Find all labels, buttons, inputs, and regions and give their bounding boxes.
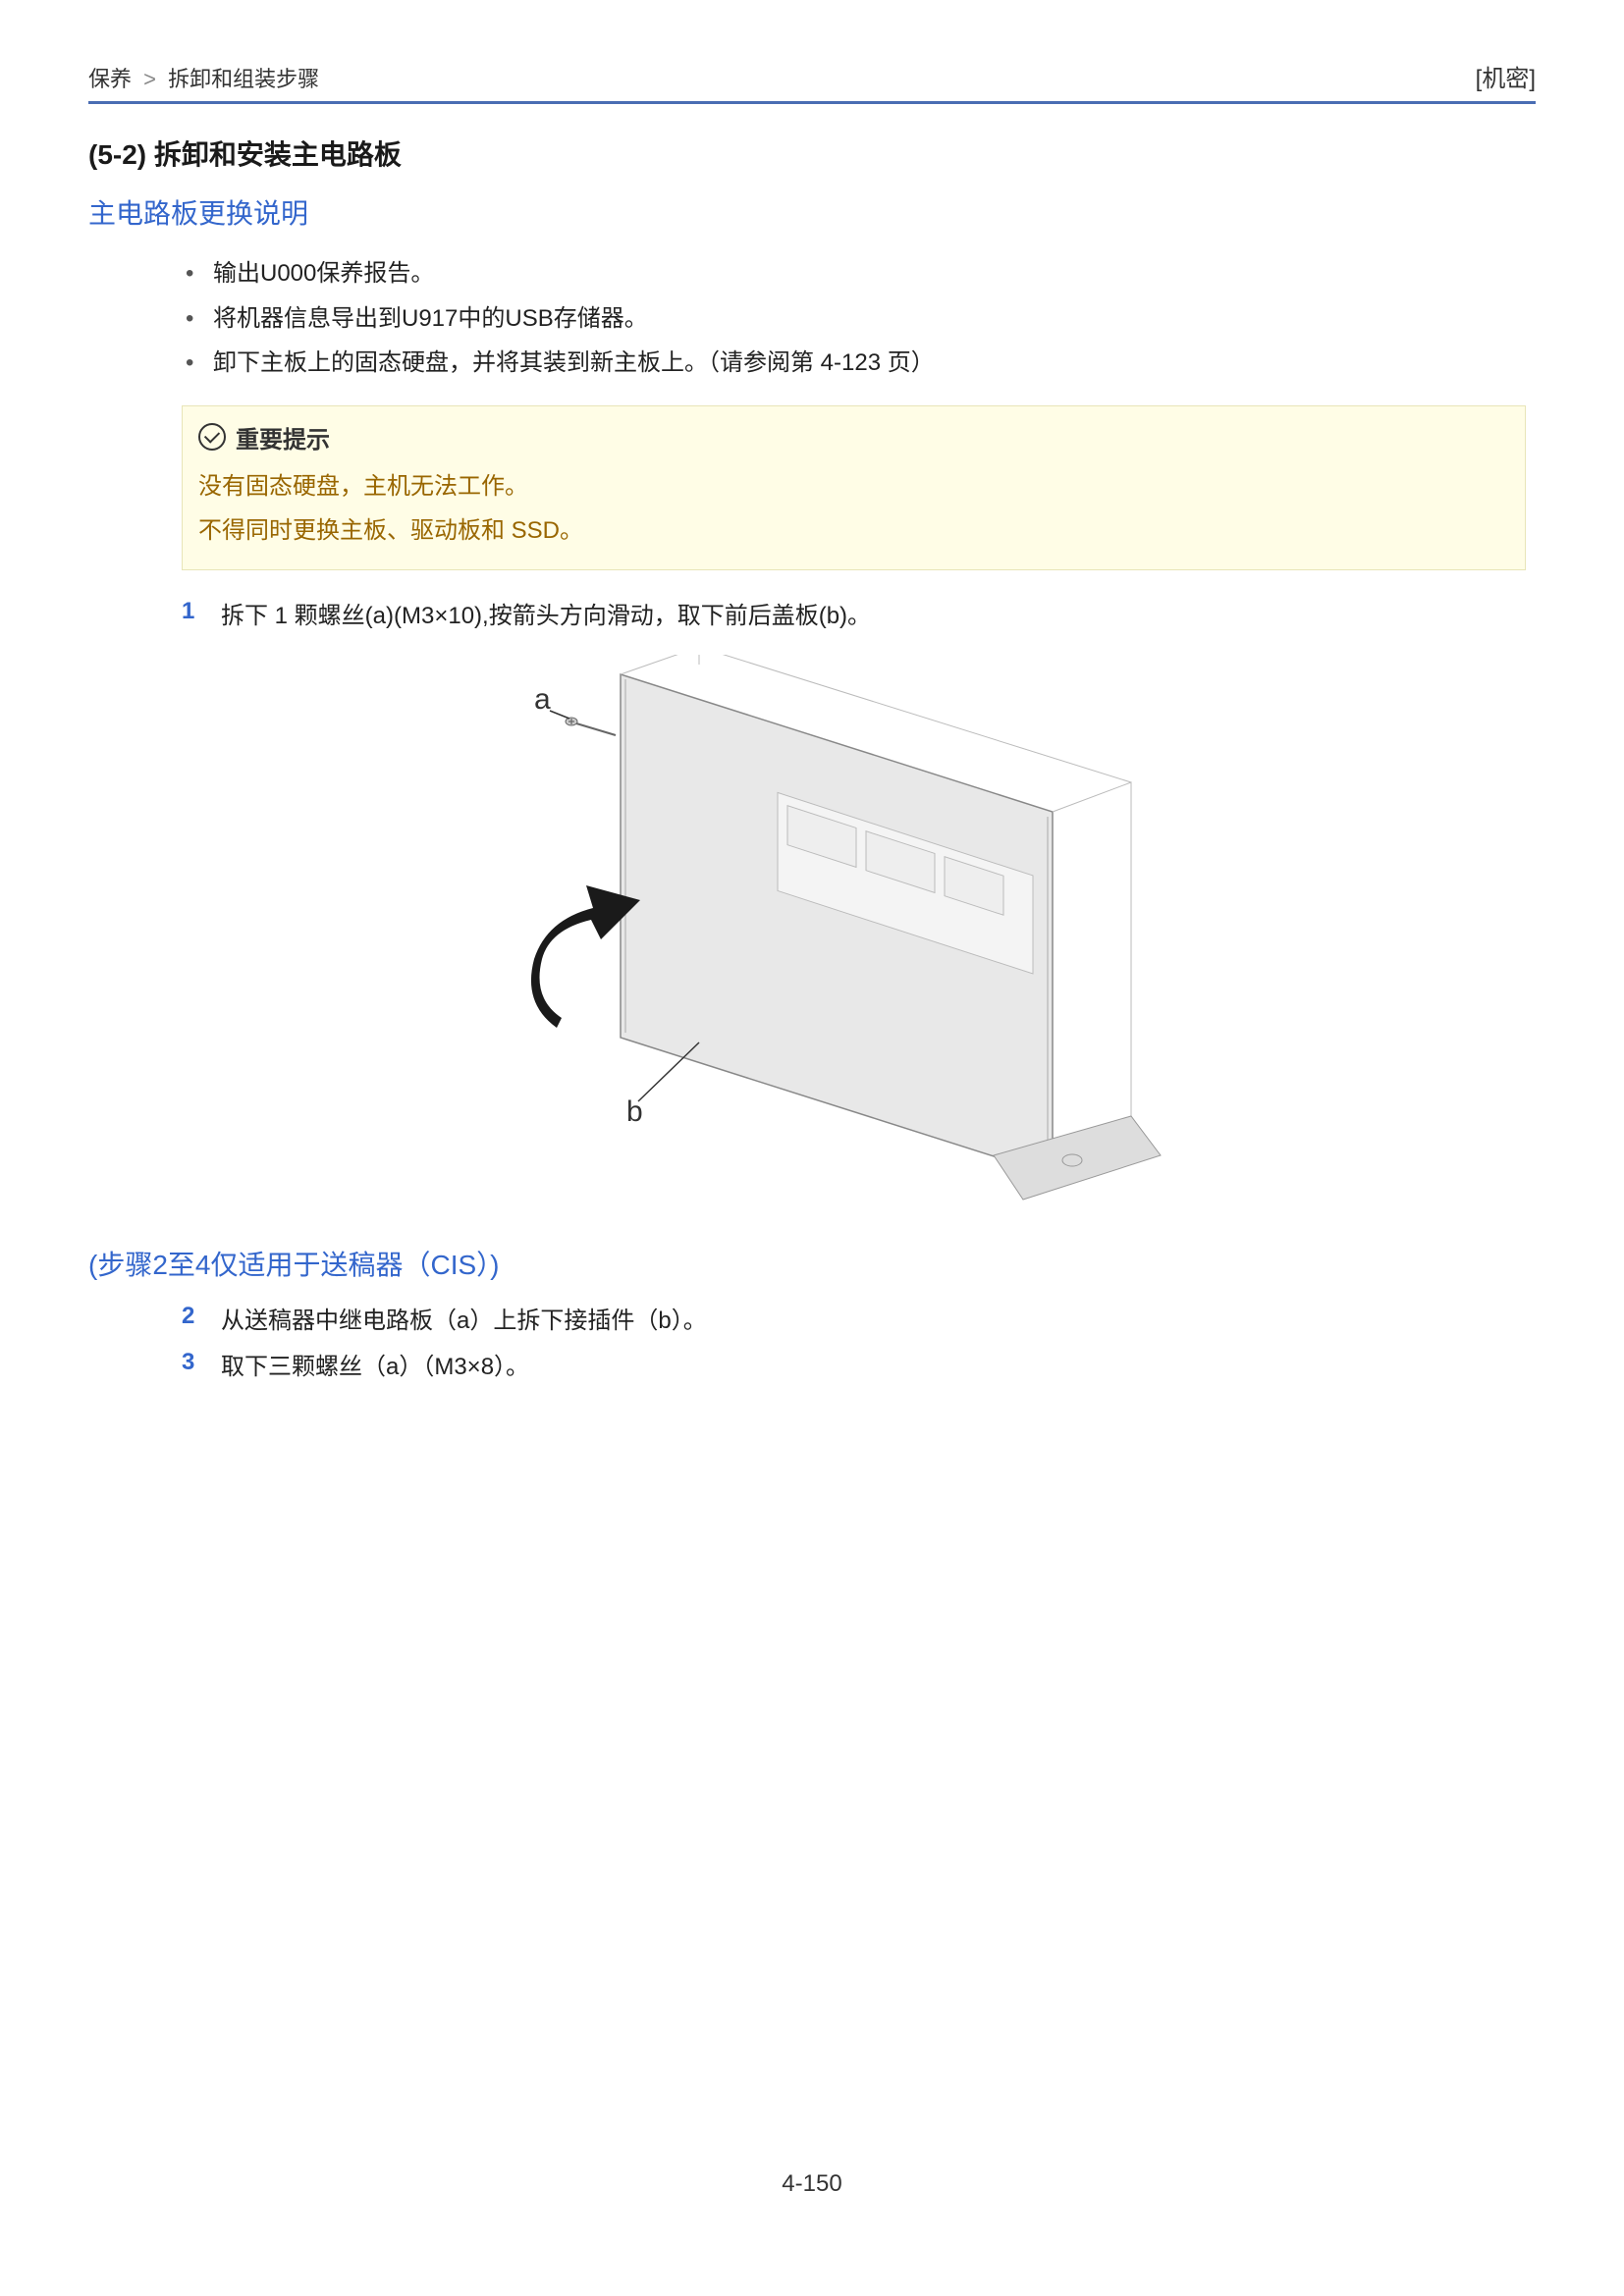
breadcrumb: 保养 > 拆卸和组装步骤 [88, 62, 319, 93]
figure-label-b: b [626, 1095, 643, 1128]
important-text-line: 不得同时更换主板、驱动板和 SSD。 [198, 508, 1505, 554]
step-text: 拆下 1 颗螺丝(a)(M3×10),按箭头方向滑动，取下前后盖板(b)。 [221, 598, 871, 635]
section-title: (5-2) 拆卸和安装主电路板 [88, 133, 1536, 173]
bullet-item: 卸下主板上的固态硬盘，并将其装到新主板上。（请参阅第 4-123 页） [182, 341, 1536, 386]
step-text: 从送稿器中继电路板（a）上拆下接插件（b）。 [221, 1303, 707, 1340]
step-number: 2 [182, 1303, 201, 1340]
page-number: 4-150 [0, 2170, 1624, 2198]
header-divider [88, 101, 1536, 104]
step-number: 3 [182, 1349, 201, 1386]
important-header: 重要提示 [198, 420, 1505, 454]
subsection-title: 主电路板更换说明 [88, 192, 1536, 232]
page-header: 保养 > 拆卸和组装步骤 [机密] [88, 59, 1536, 93]
breadcrumb-separator-icon: > [143, 67, 156, 91]
step-number: 1 [182, 598, 201, 635]
disassembly-diagram-svg: a b [444, 655, 1180, 1214]
bullet-item: 将机器信息导出到U917中的USB存储器。 [182, 296, 1536, 342]
important-notice-box: 重要提示 没有固态硬盘，主机无法工作。 不得同时更换主板、驱动板和 SSD。 [182, 405, 1526, 570]
important-text-line: 没有固态硬盘，主机无法工作。 [198, 464, 1505, 509]
step-text: 取下三颗螺丝（a）（M3×8）。 [221, 1349, 529, 1386]
bullet-list: 输出U000保养报告。 将机器信息导出到U917中的USB存储器。 卸下主板上的… [182, 251, 1536, 386]
breadcrumb-current: 拆卸和组装步骤 [168, 67, 319, 91]
breadcrumb-parent: 保养 [88, 67, 132, 91]
confidential-label: [机密] [1476, 59, 1536, 93]
step-item: 3 取下三颗螺丝（a）（M3×8）。 [182, 1349, 1536, 1386]
important-title: 重要提示 [236, 420, 330, 454]
bullet-item: 输出U000保养报告。 [182, 251, 1536, 296]
leader-line-a [550, 711, 569, 719]
subsection-title-2: (步骤2至4仅适用于送稿器（CIS）) [88, 1244, 1536, 1283]
figure-label-a: a [534, 683, 551, 716]
checkmark-circle-icon [198, 423, 226, 451]
step-item: 1 拆下 1 颗螺丝(a)(M3×10),按箭头方向滑动，取下前后盖板(b)。 [182, 598, 1536, 635]
screw-a-shape [566, 718, 616, 735]
step-item: 2 从送稿器中继电路板（a）上拆下接插件（b）。 [182, 1303, 1536, 1340]
figure-diagram: a b [444, 655, 1180, 1214]
